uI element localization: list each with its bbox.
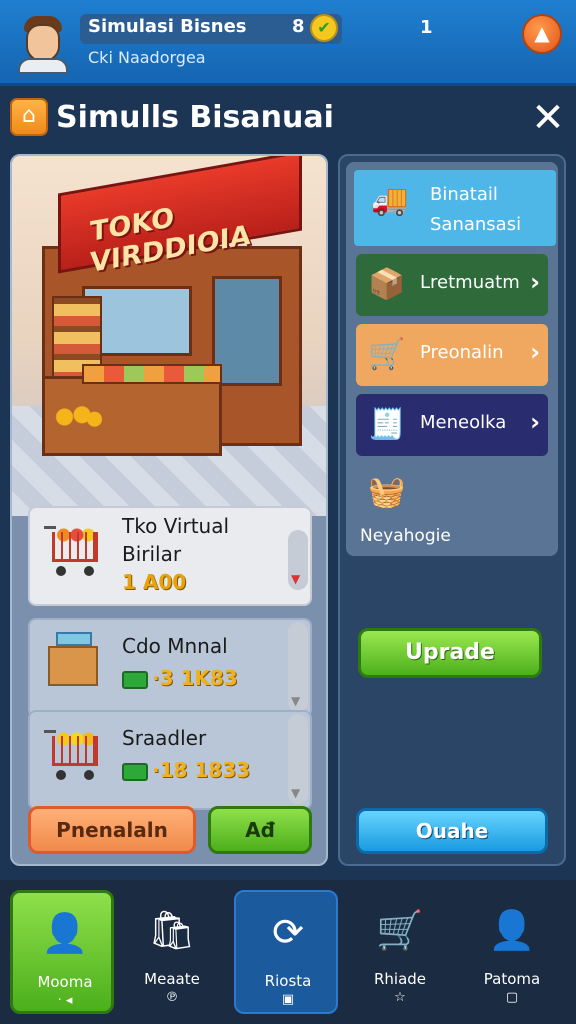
store-icon: ⌂ [10,98,48,136]
top-status-bar: Simulasi Bisnes 8 ✔ Cki Naadorgea 1 ▲ [0,0,576,86]
nav-sub-icon: ▢ [505,990,519,1005]
nav-tab-market[interactable]: 🛍 Meaate ℗ [120,890,224,1014]
menu-label-line1: Binatail [430,184,498,205]
store-item-card[interactable]: Tko Virtual Birilar 1 A00 ▼ [28,506,312,606]
player-avatar[interactable] [12,10,76,74]
nav-label: Patoma [483,970,541,988]
chevron-down-icon: ▼ [291,694,301,708]
window-title: Simulls Bisanuai [56,100,334,135]
side-menu: 🚚 Binatail Sanansasi 📦 Lretmuatm › 🛒 Preo… [346,162,558,556]
avatar-shirt [18,58,68,74]
upgrade-button[interactable]: Uprade [358,628,542,678]
coin-count: 1 [420,17,433,38]
nav-sub-icon: ℗ [165,990,179,1005]
person-icon: 👤 [41,911,89,955]
item-value: ·18 1833 [122,758,250,782]
shopping-cart-icon [44,730,102,782]
box-icon [48,632,98,686]
menu-item-management[interactable]: 🧾 Meneolka › [356,394,548,456]
nav-label: Rhiade [373,970,427,988]
nav-tab-profile[interactable]: 👤 Patoma ▢ [460,890,564,1014]
delivery-truck-icon: 🚚 [371,183,409,218]
chevron-down-icon: ▼ [291,572,301,586]
menu-item-business-simulation[interactable]: 🚚 Binatail Sanansasi [354,170,556,246]
item-name: Sraadler [122,726,207,750]
menu-item-label: Lretmuatm [420,272,520,293]
cash-icon [122,670,148,689]
item-name: Tko Virtual [122,514,230,538]
bottom-navigation: 👤 Mooma · ◂ 🛍 Meaate ℗ ⟳ Riosta ▣ 🛒 Rhia… [0,880,576,1024]
register-icon: 🧾 [368,407,406,442]
item-scroll-indicator[interactable]: ▼ [288,530,308,590]
shopping-bag-icon: 🛍 [147,908,197,952]
cash-icon [122,762,148,781]
close-button[interactable]: ✕ [526,96,570,140]
store-panel: TOKO VIRDDIOIA Tko Virtual Birilar 1 A00… [10,154,328,866]
nav-label: Meaate [144,970,200,988]
green-action-button[interactable]: Ađ [208,806,312,854]
store-item-card[interactable]: Sraadler ·18 1833 ▼ [28,710,312,810]
store-door [212,276,282,386]
menu-item-inventory[interactable]: 📦 Lretmuatm › [356,254,548,316]
item-scroll-indicator[interactable]: ▼ [288,622,308,712]
item-scroll-indicator[interactable]: ▼ [288,714,308,804]
chevron-right-icon: › [530,408,540,436]
nav-sub-icon: · ◂ [57,993,73,1008]
user-silhouette-icon: 👤 [488,908,536,952]
avatar-face [26,24,60,62]
chevron-down-icon: ▼ [291,786,301,800]
store-illustration: TOKO VIRDDIOIA [12,156,326,516]
counter-goods [82,364,222,384]
item-value-text: ·3 1K83 [152,666,238,690]
nav-tab-shop[interactable]: 🛒 Rhiade ☆ [348,890,452,1014]
chevron-right-icon: › [530,268,540,296]
nav-label: Riosta [264,972,312,990]
menu-item-label: Meneolka [420,412,507,433]
menu-item-label: Preonalin [420,342,504,363]
menu-label-line2: Sanansasi [430,214,522,235]
fruit-pile [52,406,102,428]
player-name: Simulasi Bisnes [88,16,247,37]
item-subname: Birilar [122,542,182,566]
nav-tab-stats[interactable]: ⟳ Riosta ▣ [234,890,338,1014]
item-value: 1 A00 [122,570,187,594]
produce-crate-icon: 🧺 [368,475,406,510]
item-name: Cdo Mnnal [122,634,228,658]
menu-item-label: Binatail Sanansasi [430,180,521,240]
cart-icon: 🛒 [376,908,424,952]
player-level: 8 [292,16,305,37]
box-icon: 📦 [368,267,406,302]
item-value: ·3 1K83 [122,666,238,690]
level-star-icon: ✔ [310,14,338,42]
item-value-text: ·18 1833 [152,758,251,782]
window-header: ⌂ Simulls Bisanuai [0,90,576,146]
store-item-card[interactable]: Cdo Mnnal ·3 1K83 ▼ [28,618,312,718]
nav-sub-icon: ▣ [281,992,295,1007]
menu-item-purchasing[interactable]: 🛒 Preonalin › [356,324,548,386]
menu-item-label: Neyahogie [360,526,451,546]
side-menu-panel: 🚚 Binatail Sanansasi 📦 Lretmuatm › 🛒 Preo… [338,154,566,866]
shopping-cart-icon: 🛒 [368,337,406,372]
menu-item-technology[interactable]: 🧺 Neyahogie [356,466,548,556]
shopping-cart-icon [44,526,102,578]
chevron-right-icon: › [530,338,540,366]
nav-sub-icon: ☆ [394,990,406,1005]
nav-tab-home[interactable]: 👤 Mooma · ◂ [10,890,114,1014]
blue-action-button[interactable]: Ouahe [356,808,548,854]
nav-label: Mooma [37,973,93,991]
rocket-icon[interactable]: ▲ [522,14,562,54]
orange-action-button[interactable]: Pnenalaln [28,806,196,854]
refresh-icon: ⟳ [272,910,304,954]
player-subtitle: Cki Naadorgea [88,48,206,67]
